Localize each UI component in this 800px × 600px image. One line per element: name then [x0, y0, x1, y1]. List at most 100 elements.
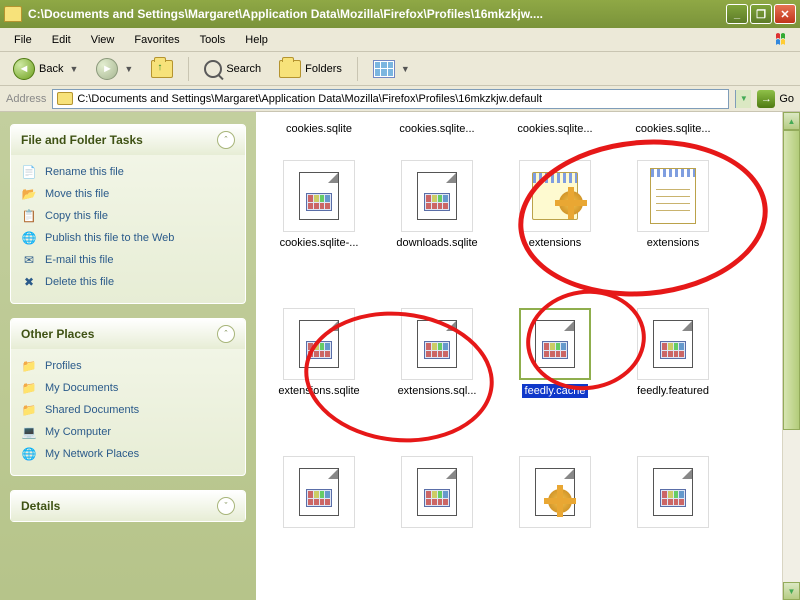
document-icon — [653, 320, 693, 368]
panel-header-details[interactable]: Details ˇ — [11, 491, 245, 521]
menu-help[interactable]: Help — [235, 31, 278, 49]
folders-button[interactable]: Folders — [272, 56, 349, 82]
scroll-down-button[interactable]: ▼ — [783, 582, 800, 600]
file-item[interactable]: cookies.sqlite... — [496, 118, 614, 144]
forward-button[interactable]: ► ▼ — [89, 54, 140, 84]
file-thumbnail — [401, 308, 473, 380]
address-dropdown[interactable]: ▼ — [735, 90, 751, 108]
file-item[interactable] — [614, 452, 732, 562]
view-thumbnails-icon — [373, 60, 395, 78]
file-label: feedly.featured — [634, 384, 712, 398]
task-network[interactable]: 🌐 My Network Places — [21, 443, 235, 465]
search-button[interactable]: Search — [197, 56, 268, 82]
file-label — [670, 532, 676, 534]
file-item[interactable]: extensions.sql... — [378, 304, 496, 434]
search-icon — [204, 60, 222, 78]
chevron-up-icon: ˆ — [217, 131, 235, 149]
document-icon — [417, 172, 457, 220]
file-label — [552, 532, 558, 534]
notepad-icon — [650, 168, 696, 224]
file-thumbnail — [637, 456, 709, 528]
file-item[interactable] — [260, 452, 378, 562]
task-computer[interactable]: 💻My Computer — [21, 421, 235, 443]
folder-icon: 📁 — [21, 402, 37, 418]
task-label: My Documents — [45, 382, 118, 394]
task-delete[interactable]: ✖Delete this file — [21, 271, 235, 293]
copy-icon: 📋 — [21, 208, 37, 224]
file-item[interactable]: cookies.sqlite-... — [260, 156, 378, 286]
notepad-gear-icon — [532, 172, 578, 220]
file-label: downloads.sqlite — [393, 236, 480, 250]
menu-edit[interactable]: Edit — [42, 31, 81, 49]
file-item[interactable]: cookies.sqlite... — [378, 118, 496, 144]
task-move[interactable]: 📂Move this file — [21, 183, 235, 205]
file-item[interactable]: cookies.sqlite — [260, 118, 378, 144]
file-item[interactable]: downloads.sqlite — [378, 156, 496, 286]
file-item[interactable]: feedly.featured — [614, 304, 732, 434]
rename-icon: 📄 — [21, 164, 37, 180]
file-thumbnail — [401, 456, 473, 528]
task-folder[interactable]: 📁Shared Documents — [21, 399, 235, 421]
chevron-down-icon: ▼ — [401, 64, 410, 74]
file-item[interactable] — [496, 452, 614, 562]
move-icon: 📂 — [21, 186, 37, 202]
file-item[interactable]: feedly.cache — [496, 304, 614, 434]
menu-file[interactable]: File — [4, 31, 42, 49]
file-item[interactable]: extensions.sqlite — [260, 304, 378, 434]
task-folder[interactable]: 📁My Documents — [21, 377, 235, 399]
panel-details: Details ˇ — [10, 490, 246, 522]
document-icon — [417, 320, 457, 368]
file-label: cookies.sqlite — [283, 122, 355, 136]
file-thumbnail — [519, 308, 591, 380]
file-item[interactable]: extensions — [614, 156, 732, 286]
task-folder[interactable]: 📁Profiles — [21, 355, 235, 377]
panel-title: File and Folder Tasks — [21, 133, 217, 147]
toolbar: ◄ Back ▼ ► ▼ ↑ Search Folders ▼ — [0, 52, 800, 86]
address-label: Address — [6, 93, 46, 105]
address-field[interactable]: C:\Documents and Settings\Margaret\Appli… — [52, 89, 729, 109]
folder-icon: 📁 — [21, 358, 37, 374]
up-button[interactable]: ↑ — [144, 56, 180, 82]
view-mode-button[interactable]: ▼ — [366, 56, 417, 82]
file-label: cookies.sqlite... — [632, 122, 713, 136]
menu-tools[interactable]: Tools — [190, 31, 236, 49]
panel-header-file-tasks[interactable]: File and Folder Tasks ˆ — [11, 125, 245, 155]
document-icon — [299, 468, 339, 516]
minimize-button[interactable]: _ — [726, 4, 748, 24]
titlebar: C:\Documents and Settings\Margaret\Appli… — [0, 0, 800, 28]
file-item[interactable]: extensions — [496, 156, 614, 286]
publish-icon: 🌐 — [21, 230, 37, 246]
file-item[interactable] — [378, 452, 496, 562]
folders-icon — [279, 60, 301, 78]
task-copy[interactable]: 📋Copy this file — [21, 205, 235, 227]
file-label: extensions.sql... — [395, 384, 480, 398]
document-icon — [653, 468, 693, 516]
go-button[interactable]: → Go — [757, 90, 794, 108]
task-label: My Network Places — [45, 448, 139, 460]
file-pane[interactable]: cookies.sqlitecookies.sqlite...cookies.s… — [256, 112, 800, 600]
panel-file-tasks: File and Folder Tasks ˆ 📄Rename this fil… — [10, 124, 246, 304]
panel-header-other-places[interactable]: Other Places ˆ — [11, 319, 245, 349]
menu-view[interactable]: View — [81, 31, 125, 49]
sidebar: File and Folder Tasks ˆ 📄Rename this fil… — [0, 112, 256, 600]
task-publish[interactable]: 🌐Publish this file to the Web — [21, 227, 235, 249]
file-thumbnail — [637, 308, 709, 380]
menubar: File Edit View Favorites Tools Help — [0, 28, 800, 52]
file-thumbnail — [637, 160, 709, 232]
network-icon: 🌐 — [21, 446, 37, 462]
file-item[interactable]: cookies.sqlite... — [614, 118, 732, 144]
file-thumbnail — [519, 456, 591, 528]
back-button[interactable]: ◄ Back ▼ — [6, 54, 85, 84]
file-thumbnail — [519, 160, 591, 232]
file-label: extensions — [644, 236, 703, 250]
scroll-thumb[interactable] — [783, 130, 800, 430]
task-label: My Computer — [45, 426, 111, 438]
task-rename[interactable]: 📄Rename this file — [21, 161, 235, 183]
maximize-button[interactable]: ❐ — [750, 4, 772, 24]
vertical-scrollbar[interactable]: ▲ ▼ — [782, 112, 800, 600]
close-button[interactable]: ✕ — [774, 4, 796, 24]
file-thumbnail — [283, 308, 355, 380]
scroll-up-button[interactable]: ▲ — [783, 112, 800, 130]
menu-favorites[interactable]: Favorites — [124, 31, 189, 49]
task-email[interactable]: ✉E-mail this file — [21, 249, 235, 271]
